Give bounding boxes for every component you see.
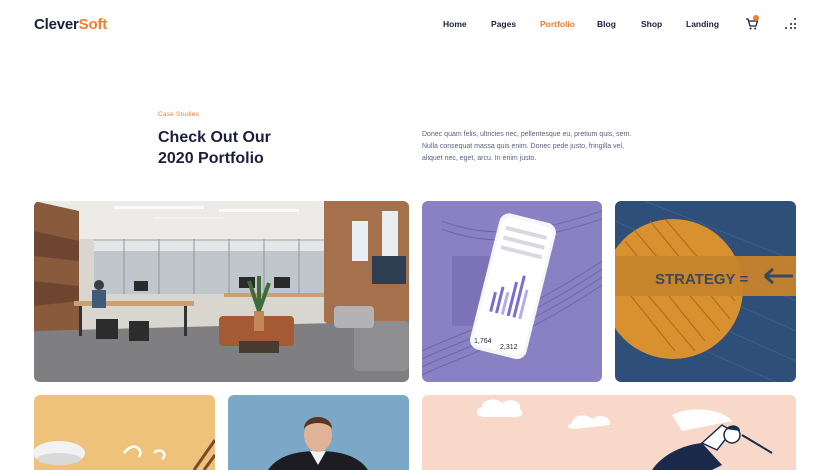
description-line2: Nulla consequat massa quis enim. Donec p…: [422, 142, 624, 150]
nav-item-landing[interactable]: Landing: [686, 19, 719, 29]
nav-item-home[interactable]: Home: [443, 19, 467, 29]
office-image: [34, 201, 409, 382]
nav-item-pages[interactable]: Pages: [491, 19, 516, 29]
brand-name-part1: Clever: [34, 16, 79, 33]
section-eyebrow: Case Studies: [158, 111, 200, 118]
phone-analytics-image: 1,764 2,312: [422, 201, 602, 382]
portfolio-card-analytics-app[interactable]: 1,764 2,312: [422, 201, 602, 382]
portfolio-card-strategy[interactable]: STRATEGY =: [615, 201, 796, 382]
description-line1: Donec quam felis, ultricies nec, pellent…: [422, 131, 632, 138]
portrait-image: [228, 395, 409, 470]
phone-value-left: 1,764: [474, 338, 492, 345]
portfolio-card-accessories[interactable]: [34, 395, 215, 470]
cart-icon[interactable]: [745, 15, 759, 31]
strategy-image: STRATEGY =: [615, 201, 796, 382]
section-title: Check Out Our 2020 Portfolio: [158, 127, 271, 169]
brand-logo[interactable]: CleverSoft: [34, 16, 107, 33]
phone-value-right: 2,312: [500, 344, 518, 351]
portfolio-card-illustration[interactable]: [422, 395, 796, 470]
portfolio-card-office[interactable]: [34, 201, 409, 382]
accessories-image: [34, 395, 215, 470]
section-title-line2: 2020 Portfolio: [158, 150, 264, 167]
grid-dots-icon[interactable]: [785, 18, 797, 30]
flying-hero-illustration: [422, 395, 796, 470]
nav-item-blog[interactable]: Blog: [597, 19, 616, 29]
cart-badge: [753, 15, 759, 21]
section-description: Donec quam felis, ultricies nec, pellent…: [422, 129, 662, 164]
section-title-line1: Check Out Our: [158, 129, 271, 146]
nav-item-shop[interactable]: Shop: [641, 19, 662, 29]
description-line3: aliquet nec, eget, arcu. In enim justo.: [422, 154, 537, 162]
brand-name-part2: Soft: [78, 16, 108, 33]
portfolio-card-portrait[interactable]: [228, 395, 409, 470]
strategy-text: STRATEGY =: [655, 271, 748, 288]
nav-item-portfolio[interactable]: Portfolio: [540, 19, 575, 29]
top-navbar: CleverSoft Home Pages Portfolio Blog Sho…: [0, 0, 830, 48]
